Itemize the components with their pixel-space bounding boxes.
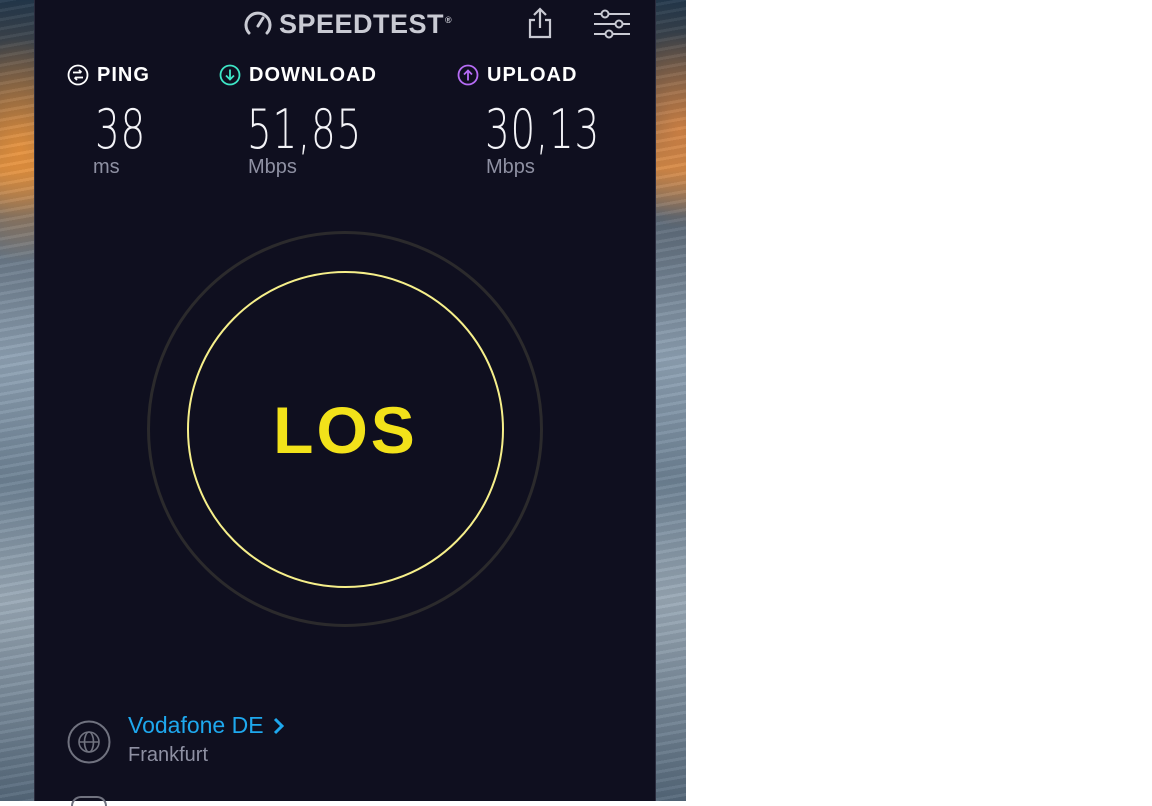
brand-name: SPEEDTEST [279,8,445,39]
trademark-mark: ® [445,14,453,25]
upload-metric: UPLOAD 30,13 Mbps [457,62,645,179]
ping-label: PING [97,63,150,86]
speedometer-icon [244,11,272,35]
upload-arrow-icon [457,64,479,86]
download-metric: DOWNLOAD 51,85 Mbps [219,62,407,179]
ping-metric: PING 38 ms [67,62,166,179]
download-arrow-icon [219,64,241,86]
download-value: 51,85 [247,98,362,161]
partially-visible-icon [71,796,107,806]
ping-value: 38 [95,98,146,161]
start-test-label: LOS [273,392,418,467]
speedtest-logo: SPEEDTEST® [243,8,452,40]
settings-sliders-icon[interactable] [593,8,631,40]
globe-icon [67,720,111,764]
share-icon[interactable] [525,6,555,40]
upload-label: UPLOAD [487,63,578,86]
speedtest-window: SPEEDTEST® PING 38 ms DOWNLOAD 51,85 Mbp… [34,0,656,806]
isp-name: Vodafone DE [128,712,264,738]
top-bar: SPEEDTEST® [35,0,655,48]
upload-value: 30,13 [485,98,600,161]
chevron-right-icon [273,717,284,734]
server-location: Frankfurt [128,744,209,766]
isp-link[interactable]: Vodafone DE [128,712,284,739]
download-label: DOWNLOAD [249,63,377,86]
start-test-button[interactable]: LOS [187,271,504,588]
ping-icon [67,64,89,86]
